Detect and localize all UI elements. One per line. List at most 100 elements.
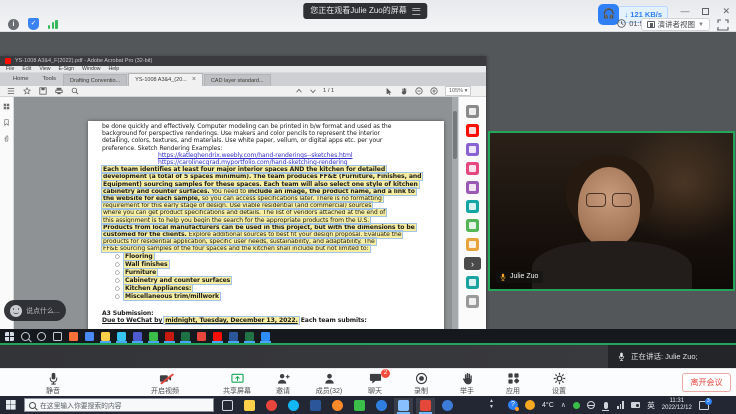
notification-center-icon[interactable]: 3 — [699, 401, 709, 410]
security-shield-icon[interactable]: ✓ — [28, 18, 39, 30]
search-icon[interactable] — [71, 87, 79, 95]
select-tool-icon[interactable] — [385, 87, 393, 95]
view-mode-selector[interactable]: 演讲者视图 ▼ — [641, 18, 710, 31]
menu-e-sign[interactable]: E-Sign — [58, 66, 74, 72]
quick-chat-input[interactable]: 说点什么... — [4, 300, 66, 321]
zoom-in-icon[interactable] — [430, 87, 438, 95]
save-icon[interactable] — [39, 87, 47, 95]
tray-expand-icon[interactable]: ∧ — [561, 401, 566, 409]
firefox-icon[interactable] — [69, 332, 78, 341]
close-tab-icon[interactable]: × — [192, 77, 196, 83]
scrollbar-thumb[interactable] — [453, 111, 457, 159]
zoom-out-icon[interactable] — [415, 87, 423, 95]
file-explorer-icon[interactable] — [244, 400, 255, 411]
raise-hand-button[interactable]: 举手 — [444, 369, 490, 396]
microphone-tray-icon[interactable] — [604, 402, 608, 409]
edit-pdf-tool[interactable] — [466, 143, 479, 156]
edge-icon[interactable] — [117, 332, 126, 341]
sidebar-toggle-icon[interactable] — [7, 87, 15, 95]
invite-button[interactable]: 邀请 — [260, 369, 306, 396]
taskbar-search-box[interactable]: 在这里输入你要搜索的内容 — [24, 398, 214, 412]
wechat-icon[interactable] — [149, 332, 158, 341]
apps-button[interactable]: 应用 — [490, 369, 536, 396]
menu-view[interactable]: View — [39, 66, 50, 72]
menu-window[interactable]: Window — [82, 66, 100, 72]
task-view-icon[interactable] — [222, 400, 233, 411]
close-button[interactable]: ✕ — [722, 7, 730, 16]
comment-tool[interactable] — [466, 181, 479, 194]
bookmarks-icon[interactable] — [3, 119, 10, 126]
voov-meeting-icon[interactable] — [261, 332, 270, 341]
task-view-icon[interactable] — [53, 332, 62, 341]
start-button[interactable] — [6, 400, 16, 410]
hand-tool-icon[interactable] — [400, 87, 408, 95]
leave-meeting-button[interactable]: 离开会议 — [682, 373, 731, 392]
firefox-icon[interactable] — [332, 400, 343, 411]
attachments-icon[interactable] — [3, 135, 10, 142]
organize-pages-tool[interactable] — [466, 219, 479, 232]
fill-sign-tool[interactable] — [466, 238, 479, 251]
next-page-icon[interactable] — [309, 87, 317, 95]
menu-file[interactable]: File — [6, 66, 14, 72]
document-hyperlink[interactable]: https://katleghendrix.weebly.com/hand-re… — [158, 152, 431, 159]
start-icon[interactable] — [5, 332, 14, 341]
export-pdf-tool[interactable] — [466, 124, 479, 137]
edge-icon[interactable] — [376, 400, 387, 411]
page-thumbnails-icon[interactable] — [3, 103, 10, 110]
help-tray-icon[interactable]: ? — [508, 400, 518, 410]
meeting-info-icon[interactable]: i — [8, 19, 19, 30]
record-button[interactable]: 录制 — [398, 369, 444, 396]
search-icon[interactable] — [21, 332, 30, 341]
taskbar-overflow-arrows[interactable]: ▲▼ — [489, 398, 494, 410]
previous-page-icon[interactable] — [295, 87, 303, 95]
excel-sheet-icon[interactable] — [245, 332, 254, 341]
chat-button[interactable]: 2聊天 — [352, 369, 398, 396]
create-pdf-tool[interactable] — [466, 162, 479, 175]
more-tools[interactable]: › — [464, 257, 481, 270]
maximize-button[interactable] — [702, 8, 709, 15]
participant-video-feed[interactable]: Julie Zuo — [488, 131, 735, 291]
banner-menu-icon[interactable] — [413, 8, 421, 15]
acrobat-icon[interactable] — [420, 400, 431, 411]
acrobat-pdf-icon[interactable] — [213, 332, 222, 341]
start-video-button[interactable]: 开启视频 — [142, 369, 188, 396]
opera-icon[interactable] — [197, 332, 206, 341]
document-tab[interactable]: YS-1008 A3&4_(20...× — [128, 73, 203, 86]
word-icon[interactable] — [310, 400, 321, 411]
tab-home[interactable]: Home — [6, 73, 35, 86]
mute-button[interactable]: 静音 — [30, 369, 76, 396]
search-tool[interactable] — [466, 105, 479, 118]
qq-icon[interactable] — [288, 400, 299, 411]
weather-sun-icon[interactable] — [525, 400, 535, 410]
settings-button[interactable]: 设置 — [536, 369, 582, 396]
file-explorer-icon[interactable] — [101, 332, 110, 341]
signal-tray-icon[interactable] — [617, 401, 624, 409]
favorites-star-icon[interactable] — [23, 87, 31, 95]
wechat-tray-icon[interactable] — [573, 402, 580, 409]
document-tab[interactable]: Drafting Conventio... — [63, 74, 127, 86]
chrome-icon[interactable] — [85, 332, 94, 341]
menu-help[interactable]: Help — [109, 66, 120, 72]
camera-tray-icon[interactable] — [631, 402, 640, 408]
tab-tools[interactable]: Tools — [35, 73, 63, 86]
wechat-icon[interactable] — [354, 400, 365, 411]
network-globe-icon[interactable] — [587, 401, 595, 409]
share-screen-button[interactable]: 共享屏幕 — [214, 369, 260, 396]
fullscreen-icon[interactable] — [717, 19, 729, 31]
input-language-indicator[interactable]: 英 — [647, 400, 655, 411]
cortana-icon[interactable] — [37, 332, 46, 341]
excel-icon[interactable] — [181, 332, 190, 341]
emoji-icon[interactable] — [10, 305, 22, 317]
zoom-level-select[interactable]: 105% ▾ — [445, 86, 471, 96]
members-button[interactable]: 成员(32) — [306, 369, 352, 396]
chrome-icon[interactable] — [266, 400, 277, 411]
word-icon[interactable] — [229, 332, 238, 341]
acrobat-icon[interactable] — [165, 332, 174, 341]
minimize-button[interactable]: — — [680, 7, 689, 16]
taskbar-clock[interactable]: 11:31 2022/12/12 — [662, 398, 692, 412]
stamp-tool[interactable] — [466, 276, 479, 289]
teams-icon[interactable] — [133, 332, 142, 341]
document-tab[interactable]: CAD layer standard... — [204, 74, 271, 86]
measure-tool[interactable] — [466, 295, 479, 308]
weather-temperature[interactable]: 4°C — [542, 402, 554, 409]
